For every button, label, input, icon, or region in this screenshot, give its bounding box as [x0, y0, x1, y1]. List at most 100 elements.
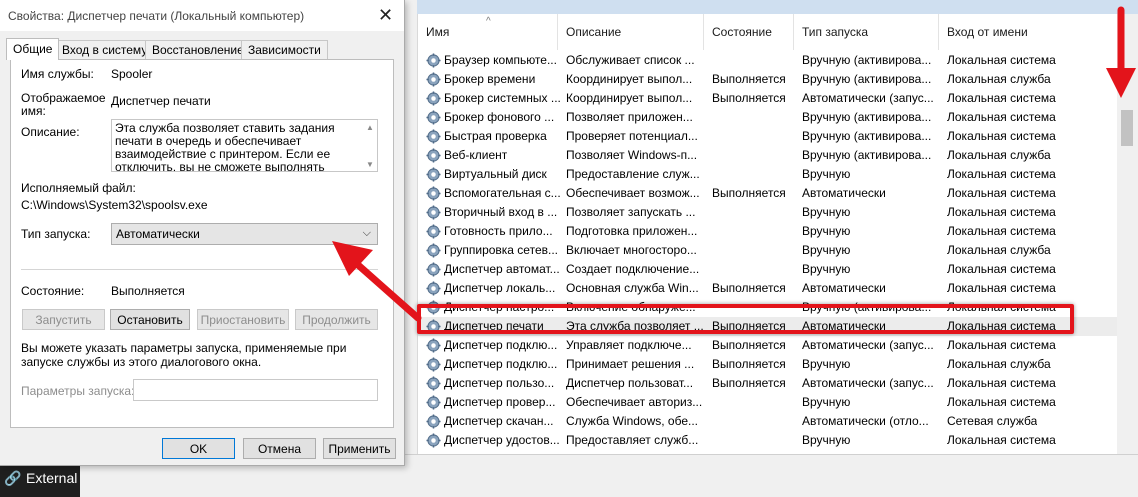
cell-log-on-as: Локальная служба	[947, 72, 1051, 86]
table-row[interactable]: Вспомогательная с... Обеспечивает возмож.…	[418, 184, 1117, 203]
service-gear-icon	[426, 338, 441, 353]
cell-log-on-as: Локальная служба	[947, 148, 1051, 162]
scroll-up-icon[interactable]: ▲	[366, 121, 374, 134]
close-icon[interactable]: ✕	[378, 5, 393, 26]
description-scrollbar[interactable]: ▲ ▼	[363, 120, 377, 171]
column-header-log-on-as[interactable]: Вход от имени	[939, 14, 1117, 50]
startup-type-value: Автоматически	[116, 227, 200, 241]
service-gear-icon	[426, 186, 441, 201]
table-row[interactable]: Готовность прило... Подготовка приложен..…	[418, 222, 1117, 241]
scrollbar-thumb[interactable]	[1121, 110, 1133, 146]
cell-log-on-as: Локальная система	[947, 281, 1056, 295]
cell-description: Обеспечивает авториз...	[566, 395, 703, 409]
table-row[interactable]: Диспетчер пользо... Диспетчер пользоват..…	[418, 374, 1117, 393]
cell-description: Служба Windows, обе...	[566, 414, 699, 428]
table-row[interactable]: Диспетчер автомат... Создает подключение.…	[418, 260, 1117, 279]
cell-description: Позволяет Windows-п...	[566, 148, 698, 162]
column-header-status[interactable]: Состояние	[704, 14, 794, 50]
table-row[interactable]: Диспетчер локаль... Основная служба Win..…	[418, 279, 1117, 298]
service-gear-icon	[426, 205, 441, 220]
cell-name: Диспетчер подклю...	[444, 357, 558, 371]
description-textbox[interactable]: Эта служба позволяет ставить задания печ…	[111, 119, 378, 172]
tab-log-on[interactable]: Вход в систему	[55, 40, 155, 59]
table-row[interactable]: Брокер времени Координирует выпол... Выпол…	[418, 70, 1117, 89]
cell-status: Выполняется	[712, 186, 786, 200]
list-header: Имя ^ Описание Состояние Тип запуска Вход…	[418, 14, 1117, 50]
cell-log-on-as: Локальная система	[947, 433, 1056, 447]
tab-recovery[interactable]: Восстановление	[145, 40, 251, 59]
cell-name: Готовность прило...	[444, 224, 553, 238]
apply-button[interactable]: Применить	[323, 438, 396, 459]
cell-log-on-as: Локальная система	[947, 205, 1056, 219]
table-row[interactable]: Группировка сетев... Включает многосторо.…	[418, 241, 1117, 260]
display-name-value: Диспетчер печати	[111, 94, 211, 108]
taskbar-label: External	[26, 470, 78, 486]
exe-label: Исполняемый файл:	[21, 181, 136, 195]
list-scrollbar[interactable]	[1117, 14, 1138, 454]
resume-button[interactable]: Продолжить	[295, 309, 378, 330]
services-list[interactable]: Имя ^ Описание Состояние Тип запуска Вход…	[417, 14, 1117, 454]
cell-name: Веб-клиент	[444, 148, 508, 162]
cell-description: Предоставляет служб...	[566, 433, 699, 447]
table-row[interactable]: Брокер фонового ... Позволяет приложен...…	[418, 108, 1117, 127]
dialog-titlebar[interactable]: Свойства: Диспетчер печати (Локальный ко…	[0, 0, 404, 31]
cell-name: Группировка сетев...	[444, 243, 558, 257]
cell-startup-type: Вручную	[802, 224, 851, 238]
cancel-button[interactable]: Отмена	[243, 438, 316, 459]
service-gear-icon	[426, 129, 441, 144]
window-gap	[405, 0, 417, 460]
description-label: Описание:	[21, 125, 80, 139]
cell-description: Позволяет запускать ...	[566, 205, 696, 219]
tab-dependencies[interactable]: Зависимости	[241, 40, 328, 59]
cell-description: Управляет подключе...	[566, 338, 692, 352]
cell-startup-type: Вручную	[802, 243, 851, 257]
startup-params-input[interactable]	[133, 379, 378, 401]
table-row[interactable]: Быстрая проверка Проверяет потенциал... Вр…	[418, 127, 1117, 146]
table-row[interactable]: Диспетчер подклю... Принимает решения ...…	[418, 355, 1117, 374]
pause-button[interactable]: Приостановить	[197, 309, 289, 330]
tab-general[interactable]: Общие	[6, 38, 60, 60]
display-name-label: Отображаемое имя:	[21, 91, 106, 118]
cell-log-on-as: Сетевая служба	[947, 414, 1038, 428]
cell-log-on-as: Локальная система	[947, 338, 1056, 352]
table-row[interactable]: Диспетчер подклю... Управляет подключе...…	[418, 336, 1117, 355]
cell-log-on-as: Локальная система	[947, 53, 1056, 67]
service-name-label: Имя службы:	[21, 67, 94, 81]
table-row[interactable]: Диспетчер провер... Обеспечивает авториз.…	[418, 393, 1117, 412]
startup-params-label: Параметры запуска:	[21, 384, 135, 398]
service-gear-icon	[426, 357, 441, 372]
scroll-down-icon[interactable]: ▼	[366, 158, 374, 171]
cell-log-on-as: Локальная система	[947, 110, 1056, 124]
cell-description: Обслуживает список ...	[566, 53, 695, 67]
table-row[interactable]: Виртуальный диск Предоставление служ... Вр…	[418, 165, 1117, 184]
table-row[interactable]: Браузер компьюте... Обслуживает список ..…	[418, 51, 1117, 70]
table-row[interactable]: Брокер системных ... Координирует выпол..…	[418, 89, 1117, 108]
stop-button[interactable]: Остановить	[110, 309, 190, 330]
table-row[interactable]: Диспетчер удостов... Предоставляет служб.…	[418, 431, 1117, 450]
cell-startup-type: Вручную	[802, 205, 851, 219]
service-gear-icon	[426, 376, 441, 391]
cell-startup-type: Вручную	[802, 395, 851, 409]
cell-name: Диспетчер скачан...	[444, 414, 554, 428]
service-gear-icon	[426, 224, 441, 239]
table-row[interactable]: Диспетчер скачан... Служба Windows, обе..…	[418, 412, 1117, 431]
startup-type-select[interactable]: Автоматически ⌵	[111, 223, 378, 245]
column-header-name[interactable]: Имя ^	[418, 14, 558, 50]
cell-log-on-as: Локальная система	[947, 129, 1056, 143]
table-row[interactable]: Вторичный вход в ... Позволяет запускать …	[418, 203, 1117, 222]
ok-button[interactable]: OK	[162, 438, 235, 459]
service-name-value: Spooler	[111, 67, 153, 81]
cell-description: Основная служба Win...	[566, 281, 699, 295]
exe-value: C:\Windows\System32\spoolsv.exe	[21, 198, 208, 212]
status-label: Состояние:	[21, 284, 85, 298]
cell-description: Включает многосторо...	[566, 243, 697, 257]
start-button[interactable]: Запустить	[22, 309, 105, 330]
cell-startup-type: Вручную	[802, 433, 851, 447]
chevron-down-icon: ⌵	[362, 227, 371, 239]
column-header-startup-type[interactable]: Тип запуска	[794, 14, 939, 50]
column-header-description[interactable]: Описание	[558, 14, 704, 50]
cell-startup-type: Автоматически	[802, 281, 886, 295]
service-gear-icon	[426, 414, 441, 429]
cell-startup-type: Вручную (активирова...	[802, 148, 932, 162]
table-row[interactable]: Веб-клиент Позволяет Windows-п... Вручную …	[418, 146, 1117, 165]
